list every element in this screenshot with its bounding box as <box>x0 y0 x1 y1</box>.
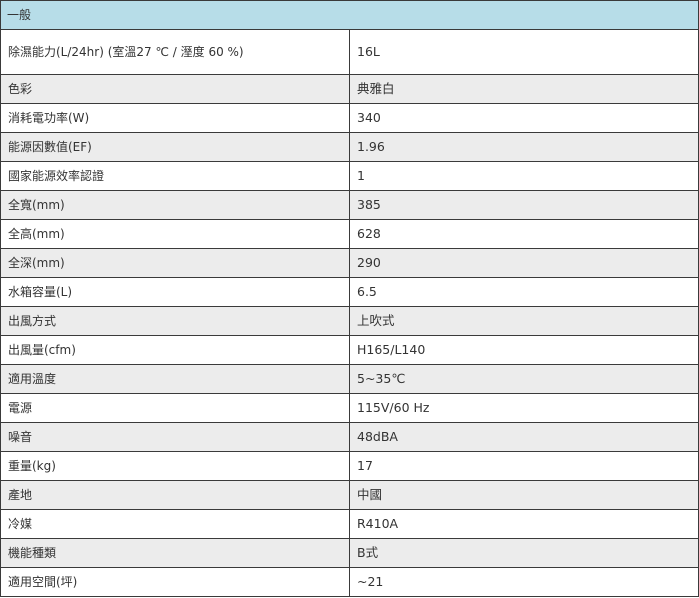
spec-value: 中國 <box>349 480 699 510</box>
section-title: 一般 <box>0 0 699 30</box>
spec-label: 色彩 <box>0 74 350 104</box>
spec-row: 適用溫度 5~35℃ <box>0 364 699 394</box>
spec-label: 全高(mm) <box>0 219 350 249</box>
spec-label: 出風方式 <box>0 306 350 336</box>
spec-value: 385 <box>349 190 699 220</box>
spec-label: 能源因數值(EF) <box>0 132 350 162</box>
spec-row: 機能種類 B式 <box>0 538 699 568</box>
spec-label: 冷媒 <box>0 509 350 539</box>
spec-value: 115V/60 Hz <box>349 393 699 423</box>
spec-value: H165/L140 <box>349 335 699 365</box>
spec-row: 噪音 48dBA <box>0 422 699 452</box>
spec-row: 水箱容量(L) 6.5 <box>0 277 699 307</box>
spec-table: 一般 除濕能力(L/24hr) (室溫27 ℃ / 溼度 60 %) 16L 色… <box>0 0 699 597</box>
spec-value: B式 <box>349 538 699 568</box>
spec-row: 除濕能力(L/24hr) (室溫27 ℃ / 溼度 60 %) 16L <box>0 29 699 75</box>
spec-value: 6.5 <box>349 277 699 307</box>
spec-label: 除濕能力(L/24hr) (室溫27 ℃ / 溼度 60 %) <box>0 29 350 75</box>
spec-row: 全寬(mm) 385 <box>0 190 699 220</box>
spec-label: 適用空間(坪) <box>0 567 350 597</box>
spec-label: 電源 <box>0 393 350 423</box>
spec-row: 適用空間(坪) ~21 <box>0 567 699 597</box>
spec-label: 水箱容量(L) <box>0 277 350 307</box>
spec-value: 上吹式 <box>349 306 699 336</box>
spec-label: 噪音 <box>0 422 350 452</box>
spec-label: 機能種類 <box>0 538 350 568</box>
spec-value: 典雅白 <box>349 74 699 104</box>
spec-value: 628 <box>349 219 699 249</box>
spec-value: 290 <box>349 248 699 278</box>
spec-label: 消耗電功率(W) <box>0 103 350 133</box>
spec-row: 消耗電功率(W) 340 <box>0 103 699 133</box>
spec-label: 全寬(mm) <box>0 190 350 220</box>
spec-label: 產地 <box>0 480 350 510</box>
spec-value: 1 <box>349 161 699 191</box>
spec-value: 340 <box>349 103 699 133</box>
spec-value: ~21 <box>349 567 699 597</box>
spec-label: 出風量(cfm) <box>0 335 350 365</box>
spec-row: 色彩 典雅白 <box>0 74 699 104</box>
spec-label: 重量(kg) <box>0 451 350 481</box>
spec-row: 國家能源效率認證 1 <box>0 161 699 191</box>
spec-row: 全高(mm) 628 <box>0 219 699 249</box>
spec-value: 1.96 <box>349 132 699 162</box>
section-header-row: 一般 <box>0 0 699 30</box>
spec-row: 冷媒 R410A <box>0 509 699 539</box>
spec-label: 全深(mm) <box>0 248 350 278</box>
spec-row: 出風量(cfm) H165/L140 <box>0 335 699 365</box>
spec-row: 重量(kg) 17 <box>0 451 699 481</box>
spec-value: R410A <box>349 509 699 539</box>
spec-value: 17 <box>349 451 699 481</box>
spec-value: 16L <box>349 29 699 75</box>
spec-row: 產地 中國 <box>0 480 699 510</box>
spec-row: 出風方式 上吹式 <box>0 306 699 336</box>
spec-row: 電源 115V/60 Hz <box>0 393 699 423</box>
spec-row: 全深(mm) 290 <box>0 248 699 278</box>
spec-row: 能源因數值(EF) 1.96 <box>0 132 699 162</box>
spec-label: 適用溫度 <box>0 364 350 394</box>
spec-label: 國家能源效率認證 <box>0 161 350 191</box>
spec-value: 5~35℃ <box>349 364 699 394</box>
spec-value: 48dBA <box>349 422 699 452</box>
